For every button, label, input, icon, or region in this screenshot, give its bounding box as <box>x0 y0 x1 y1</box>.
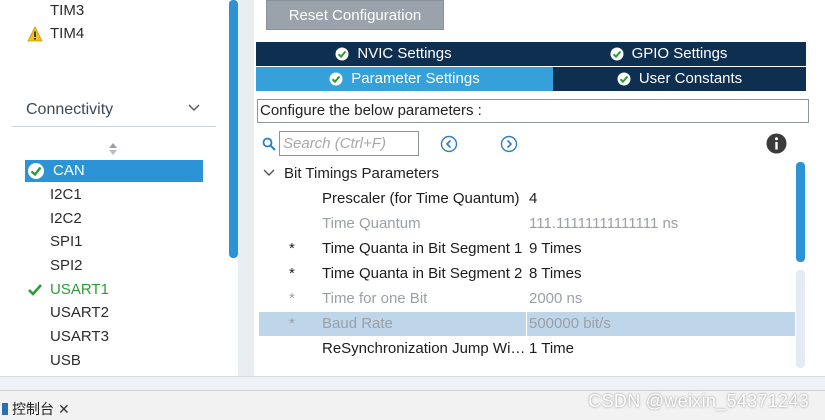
param-value[interactable]: 9 Times <box>529 237 582 261</box>
check-circle-icon <box>335 47 349 61</box>
peripheral-tree <box>0 0 238 378</box>
console-icon <box>2 403 8 415</box>
tree-item-usart2[interactable]: USART2 <box>50 302 109 324</box>
tree-item-label: TIM4 <box>50 25 85 42</box>
search-icon[interactable] <box>262 137 276 151</box>
tree-item-label: USART1 <box>50 281 109 298</box>
tab-nvic-settings[interactable]: NVIC Settings <box>256 42 531 66</box>
info-icon[interactable] <box>766 133 787 154</box>
console-tab-label: 控制台 <box>12 401 54 417</box>
tab-label: NVIC Settings <box>357 45 452 62</box>
param-row-prescaler[interactable]: Prescaler (for Time Quantum) 4 <box>259 187 795 211</box>
tree-item-tim3[interactable]: TIM3 <box>50 0 84 22</box>
param-value[interactable]: 4 <box>529 187 537 211</box>
warning-icon <box>27 26 43 42</box>
tab-user-constants[interactable]: User Constants <box>553 67 806 91</box>
group-title[interactable]: Bit Timings Parameters <box>284 163 439 185</box>
right-scrollbar-thumb[interactable] <box>796 162 805 262</box>
tree-item-spi2[interactable]: SPI2 <box>50 255 83 277</box>
tree-item-label: I2C1 <box>50 186 82 203</box>
sort-icon[interactable] <box>108 141 118 157</box>
check-circle-icon <box>28 163 44 179</box>
left-scrollbar-track[interactable] <box>238 0 254 378</box>
check-icon <box>28 284 42 296</box>
param-row-bs2[interactable]: * Time Quanta in Bit Segment 2 8 Times <box>259 262 795 286</box>
tab-console[interactable]: 控制台 ✕ <box>0 398 70 420</box>
param-value[interactable]: 8 Times <box>529 262 582 286</box>
param-name: ReSynchronization Jump Width <box>322 340 527 357</box>
param-row-bs1[interactable]: * Time Quanta in Bit Segment 1 9 Times <box>259 237 795 261</box>
reset-configuration-button[interactable]: Reset Configuration <box>266 0 444 30</box>
tree-item-can[interactable]: CAN <box>25 160 203 182</box>
tree-item-label: I2C2 <box>50 210 82 227</box>
configure-parameters-label: Configure the below parameters : <box>257 99 809 123</box>
check-circle-icon <box>610 47 624 61</box>
param-row-time-quantum[interactable]: Time Quantum 111.11111111111111 ns <box>259 212 795 236</box>
param-row-bit-time[interactable]: * Time for one Bit 2000 ns <box>259 287 795 311</box>
column-separator <box>526 312 527 336</box>
modified-marker: * <box>289 315 295 332</box>
param-value: 111.11111111111111 ns <box>529 215 679 232</box>
left-scrollbar-thumb[interactable] <box>229 0 238 258</box>
watermark: CSDN @weixin_54371243 <box>588 391 809 411</box>
check-circle-icon <box>329 72 343 86</box>
param-name: Time Quantum <box>322 215 421 232</box>
tab-gpio-settings[interactable]: GPIO Settings <box>531 42 806 66</box>
modified-marker: * <box>289 265 295 282</box>
tree-item-usb[interactable]: USB <box>50 350 81 372</box>
chevron-down-icon[interactable] <box>188 103 200 113</box>
pane-splitter[interactable] <box>0 376 825 390</box>
param-name: Baud Rate <box>322 315 393 332</box>
param-value[interactable]: 1 Time <box>529 337 574 361</box>
tab-label: Parameter Settings <box>351 70 480 87</box>
stm32-config-window: TIM3 TIM4 Connectivity CAN I2C1 I2C2 SPI… <box>0 0 825 420</box>
tree-item-spi1[interactable]: SPI1 <box>50 231 83 253</box>
tree-item-label: TIM3 <box>50 2 85 19</box>
chevron-down-icon[interactable] <box>263 168 275 178</box>
tree-item-label: USART2 <box>50 304 109 321</box>
param-name: Time for one Bit <box>322 290 428 307</box>
param-name: Time Quanta in Bit Segment 1 <box>322 240 523 257</box>
param-value: 2000 ns <box>529 290 583 307</box>
tree-item-i2c1[interactable]: I2C1 <box>50 184 82 206</box>
param-value: 500000 bit/s <box>529 315 611 332</box>
param-row-baud-rate[interactable]: * Baud Rate 500000 bit/s <box>259 312 795 336</box>
tree-item-i2c2[interactable]: I2C2 <box>50 208 82 230</box>
tree-item-tim4[interactable]: TIM4 <box>50 23 84 45</box>
param-name: Prescaler (for Time Quantum) <box>322 190 520 207</box>
close-icon[interactable]: ✕ <box>58 398 70 420</box>
tree-item-label: SPI2 <box>50 257 83 274</box>
section-divider <box>12 126 216 127</box>
tree-item-usart3[interactable]: USART3 <box>50 326 109 348</box>
tree-item-label: USART3 <box>50 328 109 345</box>
search-input[interactable]: Search (Ctrl+F) <box>279 131 419 156</box>
previous-match-icon[interactable] <box>440 135 458 153</box>
modified-marker: * <box>289 240 295 257</box>
next-match-icon[interactable] <box>500 135 518 153</box>
modified-marker: * <box>289 290 295 307</box>
tree-item-label: USB <box>50 352 81 369</box>
right-scrollbar-track[interactable] <box>796 270 805 368</box>
tree-item-label: CAN <box>53 162 85 179</box>
tab-parameter-settings[interactable]: Parameter Settings <box>256 67 553 91</box>
tab-label: User Constants <box>638 70 743 87</box>
tree-item-label: SPI1 <box>50 233 83 250</box>
tree-item-usart1[interactable]: USART1 <box>50 279 109 301</box>
connectivity-section-title[interactable]: Connectivity <box>26 101 113 119</box>
param-row-sjw[interactable]: ReSynchronization Jump Width 1 Time <box>259 337 795 361</box>
tab-label: GPIO Settings <box>631 45 728 62</box>
param-name: Time Quanta in Bit Segment 2 <box>322 265 523 282</box>
check-circle-icon <box>617 72 631 86</box>
